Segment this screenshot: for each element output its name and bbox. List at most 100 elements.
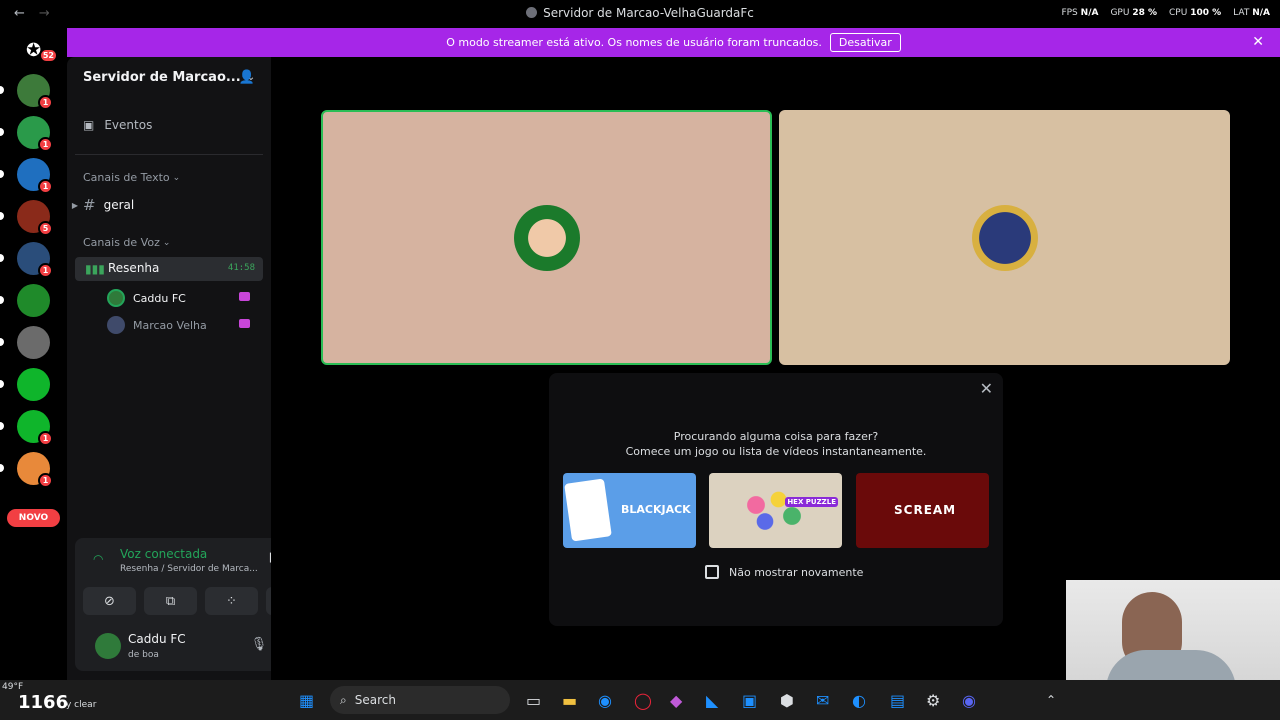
unread-pill (0, 212, 4, 220)
unread-pill (0, 380, 4, 388)
vscode-icon[interactable]: ◣ (706, 691, 718, 710)
server-icon[interactable]: 1 (17, 74, 53, 110)
unread-pill (0, 464, 4, 472)
member-name: Caddu FC (133, 291, 186, 305)
server-icon[interactable] (17, 368, 50, 401)
new-badge[interactable]: NOVO (7, 509, 60, 527)
server-icon[interactable] (17, 326, 50, 359)
voice-member[interactable]: Marcao Velha (107, 316, 250, 334)
close-icon[interactable]: ✕ (980, 379, 993, 398)
avatar (971, 204, 1038, 271)
discord-window: ← → Servidor de Marcao-VelhaGuardaFc FPS… (0, 0, 1280, 720)
server-icon[interactable]: 1 (17, 158, 53, 194)
participant-tile[interactable] (779, 110, 1230, 365)
server-icon[interactable] (17, 284, 50, 317)
chevron-up-icon[interactable]: ⌃ (1046, 693, 1056, 707)
server-icon[interactable]: 1 (17, 116, 53, 152)
game-card-scream[interactable]: SCREAM (856, 473, 989, 548)
voice-status[interactable]: Voz conectada (120, 547, 207, 561)
bullet-icon: ▶ (71, 200, 79, 210)
disable-streamer-button[interactable]: Desativar (829, 33, 901, 52)
server-header[interactable]: Servidor de Marcao... ⌄ 👤 (83, 70, 263, 85)
events-item[interactable]: ▣ Eventos (83, 118, 152, 132)
participant-tile[interactable] (321, 110, 772, 365)
activity-subtitle: Comece um jogo ou lista de vídeos instan… (625, 445, 927, 458)
member-name: Marcao Velha (133, 318, 207, 332)
copilot-icon[interactable]: ◆ (670, 691, 682, 710)
streamer-mode-banner: O modo streamer está ativo. Os nomes de … (67, 28, 1280, 57)
avatar (107, 316, 125, 334)
channel-geral[interactable]: ▶ # geral (67, 196, 134, 214)
server-icon (526, 7, 538, 18)
title-bar: ← → Servidor de Marcao-VelhaGuardaFc FPS… (0, 0, 1280, 28)
checkbox[interactable] (705, 565, 719, 579)
cpu-stat: CPU 100 % (1169, 8, 1222, 18)
avatar (513, 204, 580, 271)
game-title: BLACKJACK (621, 503, 691, 516)
server-icon[interactable]: 1 (17, 452, 53, 488)
home-badge: 52 (38, 48, 58, 63)
edge-icon[interactable]: ◉ (598, 691, 612, 710)
stream-icon (239, 292, 250, 301)
channel-name: geral (103, 198, 135, 212)
chevron-down-icon: ⌄ (162, 237, 171, 248)
task-view-icon[interactable]: ▭ (526, 691, 541, 710)
fps-stat: FPS N/A (1061, 8, 1099, 18)
weather-temp: 49°F (2, 682, 24, 692)
text-category[interactable]: Canais de Texto ⌄ (83, 171, 180, 184)
unread-pill (0, 170, 4, 178)
discord-taskbar-icon[interactable]: ◉ (962, 691, 976, 710)
game-title: HEX PUZZLE (785, 497, 838, 507)
opera-icon[interactable]: ◯ (634, 691, 652, 710)
viewer-count: 1166 (18, 692, 69, 713)
microphone-icon[interactable]: 🎙 (251, 637, 268, 652)
unread-badge: 5 (38, 221, 53, 236)
close-banner-icon[interactable]: ✕ (1252, 34, 1264, 50)
game-card-hex-puzzle[interactable]: HEX PUZZLE (709, 473, 842, 548)
home-button[interactable]: ✪ 52 (17, 34, 58, 67)
game-card-blackjack[interactable]: BLACKJACK (563, 473, 696, 548)
voice-category-label: Canais de Voz (83, 236, 160, 249)
chevron-down-icon: ⌄ (172, 172, 181, 183)
camera-button[interactable]: ⊘ (83, 587, 136, 615)
windows-start-icon[interactable]: ▦ (299, 691, 314, 710)
voice-channel-resenha[interactable]: ▮▮▮ Resenha 41:58 (75, 257, 263, 281)
store-icon[interactable]: ▣ (742, 691, 757, 710)
obs-icon[interactable]: ⬢ (780, 691, 794, 710)
voice-timer: 41:58 (227, 263, 255, 273)
performance-overlay: FPS N/A GPU 28 % CPU 100 % LAT N/A (1061, 8, 1270, 18)
invite-icon[interactable]: 👤 (239, 70, 255, 85)
calendar-icon: ▣ (83, 118, 95, 132)
server-icon[interactable]: 5 (17, 200, 53, 236)
username[interactable]: Caddu FC (128, 632, 186, 646)
server-rail: ✪ 52 1 1 1 5 1 1 1 NOVO (0, 28, 66, 680)
activity-title: Procurando alguma coisa para fazer? (673, 430, 879, 443)
share-screen-button[interactable]: ⧉ (144, 587, 197, 615)
banner-text: O modo streamer está ativo. Os nomes de … (446, 36, 822, 49)
checkbox-label: Não mostrar novamente (729, 565, 864, 579)
server-name: Servidor de Marcao... (83, 70, 241, 85)
weather-text: y clear (66, 700, 97, 710)
card-icon (564, 478, 612, 542)
unread-pill (0, 128, 4, 136)
notepad-icon[interactable]: ▤ (890, 691, 905, 710)
unread-badge: 1 (38, 95, 53, 110)
signal-icon[interactable]: ◠ (93, 552, 103, 566)
activities-button[interactable]: ⁘ (205, 587, 258, 615)
server-icon[interactable]: 1 (17, 242, 53, 278)
divider (75, 154, 263, 155)
dont-show-again[interactable]: Não mostrar novamente (705, 565, 863, 579)
avatar[interactable] (95, 633, 121, 659)
settings-icon[interactable]: ⚙ (926, 691, 940, 710)
channel-sidebar: Servidor de Marcao... ⌄ 👤 ▣ Eventos Cana… (67, 57, 329, 680)
unread-pill (0, 296, 4, 304)
mail-icon[interactable]: ✉ (816, 691, 829, 710)
search-label: Search (354, 693, 396, 707)
server-icon[interactable]: 1 (17, 410, 53, 446)
voice-member[interactable]: Caddu FC (107, 289, 250, 307)
taskbar-search[interactable]: ⌕ Search (330, 686, 510, 714)
app-icon[interactable]: ◐ (852, 691, 866, 710)
file-explorer-icon[interactable]: ▬ (562, 691, 577, 710)
window-title-text: Servidor de Marcao-VelhaGuardaFc (543, 6, 754, 20)
voice-category[interactable]: Canais de Voz ⌄ (83, 236, 170, 249)
